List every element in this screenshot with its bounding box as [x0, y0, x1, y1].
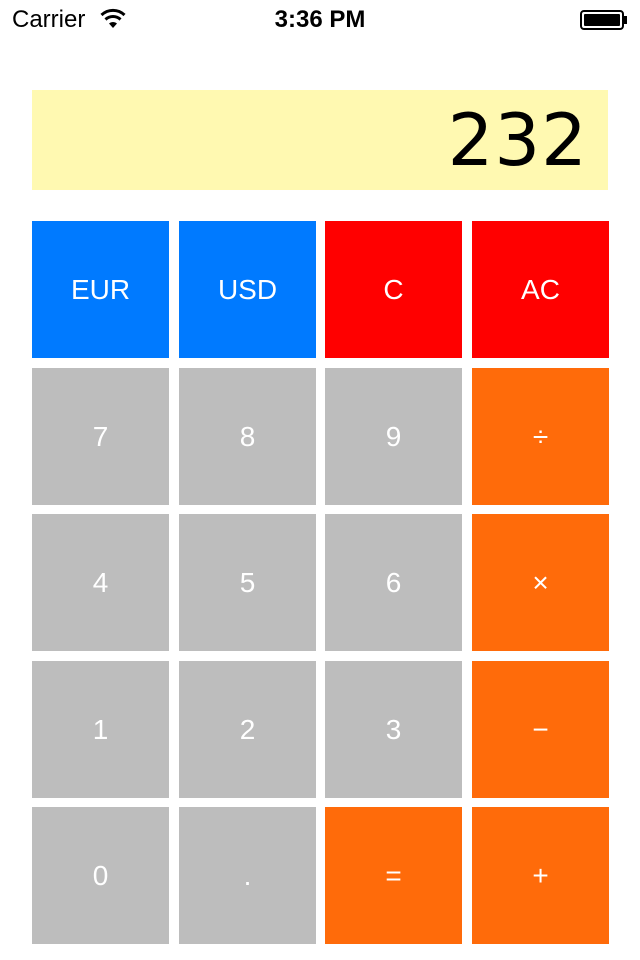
divide-button[interactable]: ÷ — [472, 368, 609, 505]
equals-button[interactable]: = — [325, 807, 462, 944]
decimal-button[interactable]: . — [179, 807, 316, 944]
keypad: EUR USD C AC 7 8 9 ÷ 4 5 6 × 1 2 3 − 0 .… — [32, 221, 609, 944]
plus-button[interactable]: + — [472, 807, 609, 944]
digit-9-button[interactable]: 9 — [325, 368, 462, 505]
status-bar: Carrier 3:36 PM — [0, 0, 640, 40]
result-display: 232 — [32, 90, 608, 190]
clock: 3:36 PM — [274, 6, 366, 33]
clear-button[interactable]: C — [325, 221, 462, 358]
digit-4-button[interactable]: 4 — [32, 514, 169, 651]
digit-3-button[interactable]: 3 — [325, 661, 462, 798]
display-value: 232 — [447, 98, 588, 182]
minus-button[interactable]: − — [472, 661, 609, 798]
digit-0-button[interactable]: 0 — [32, 807, 169, 944]
digit-6-button[interactable]: 6 — [325, 514, 462, 651]
eur-button[interactable]: EUR — [32, 221, 169, 358]
digit-8-button[interactable]: 8 — [179, 368, 316, 505]
digit-2-button[interactable]: 2 — [179, 661, 316, 798]
digit-7-button[interactable]: 7 — [32, 368, 169, 505]
all-clear-button[interactable]: AC — [472, 221, 609, 358]
multiply-button[interactable]: × — [472, 514, 609, 651]
digit-5-button[interactable]: 5 — [179, 514, 316, 651]
usd-button[interactable]: USD — [179, 221, 316, 358]
battery-icon — [580, 10, 628, 30]
digit-1-button[interactable]: 1 — [32, 661, 169, 798]
